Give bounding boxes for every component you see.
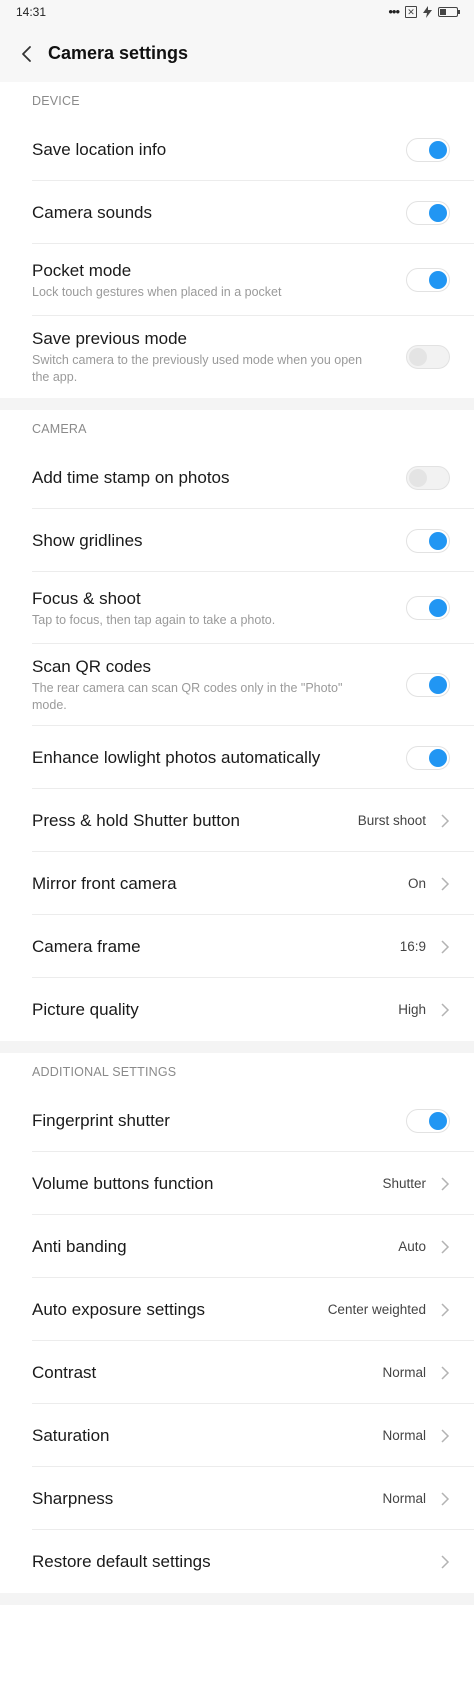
section-label-camera: CAMERA (32, 422, 87, 436)
row-press-hold-shutter[interactable]: Press & hold Shutter button Burst shoot (0, 789, 474, 852)
section-divider (0, 1041, 474, 1053)
row-value: Shutter (382, 1176, 426, 1191)
chevron-right-icon (441, 1302, 450, 1317)
row-add-time-stamp[interactable]: Add time stamp on photos (0, 446, 474, 509)
row-title: Auto exposure settings (32, 1299, 205, 1319)
save-location-toggle[interactable] (406, 137, 450, 162)
list-end-spacer (0, 1605, 474, 1635)
fingerprint-shutter-toggle[interactable] (406, 1108, 450, 1133)
row-sharpness[interactable]: Sharpness Normal (0, 1467, 474, 1530)
row-title: Enhance lowlight photos automatically (32, 747, 321, 767)
row-camera-sounds[interactable]: Camera sounds (0, 181, 474, 244)
chevron-right-icon (441, 813, 450, 828)
row-value: 16:9 (399, 939, 426, 954)
chevron-right-icon (441, 1002, 450, 1017)
chevron-right-icon (441, 1428, 450, 1443)
settings-list: DEVICE Save location info Camera sounds … (0, 82, 474, 1635)
chevron-right-icon (441, 876, 450, 891)
chevron-right-icon (441, 1491, 450, 1506)
row-restore-default-settings[interactable]: Restore default settings (0, 1530, 474, 1593)
row-pocket-mode[interactable]: Pocket mode Lock touch gestures when pla… (0, 244, 474, 316)
battery-icon (438, 7, 460, 17)
row-fingerprint-shutter[interactable]: Fingerprint shutter (0, 1089, 474, 1152)
time-stamp-toggle[interactable] (406, 465, 450, 490)
row-title: Pocket mode (32, 260, 132, 280)
section-label-additional: ADDITIONAL SETTINGS (32, 1065, 177, 1079)
app-header: Camera settings (0, 26, 474, 82)
row-title: Sharpness (32, 1488, 114, 1508)
row-value: Normal (382, 1491, 426, 1506)
status-bar: 14:31 ••• ✕ (0, 0, 474, 26)
section-label-device: DEVICE (32, 94, 80, 108)
row-title: Camera sounds (32, 202, 153, 222)
row-value: On (407, 876, 426, 891)
scan-qr-toggle[interactable] (406, 673, 450, 697)
row-save-previous-mode[interactable]: Save previous mode Switch camera to the … (0, 316, 474, 398)
pocket-mode-toggle[interactable] (406, 268, 450, 292)
row-title: Focus & shoot (32, 588, 141, 608)
row-value: Normal (382, 1365, 426, 1380)
row-title: Volume buttons function (32, 1173, 214, 1193)
row-title: Scan QR codes (32, 657, 152, 676)
back-chevron-left-icon[interactable] (16, 43, 38, 65)
save-previous-mode-toggle[interactable] (406, 345, 450, 369)
row-camera-frame[interactable]: Camera frame 16:9 (0, 915, 474, 978)
row-value: Burst shoot (357, 813, 426, 828)
row-title: Show gridlines (32, 530, 143, 550)
chevron-right-icon (441, 1554, 450, 1569)
page-title: Camera settings (48, 43, 189, 63)
row-title: Contrast (32, 1362, 97, 1382)
row-focus-shoot[interactable]: Focus & shoot Tap to focus, then tap aga… (0, 572, 474, 644)
charging-bolt-icon (423, 6, 432, 18)
row-scan-qr-codes[interactable]: Scan QR codes The rear camera can scan Q… (0, 644, 474, 726)
row-title: Anti banding (32, 1236, 127, 1256)
section-divider (0, 1593, 474, 1605)
focus-shoot-toggle[interactable] (406, 596, 450, 620)
lowlight-toggle[interactable] (406, 745, 450, 770)
row-title: Fingerprint shutter (32, 1110, 170, 1130)
row-value: Center weighted (327, 1302, 426, 1317)
chevron-right-icon (441, 1365, 450, 1380)
row-anti-banding[interactable]: Anti banding Auto (0, 1215, 474, 1278)
row-title: Camera frame (32, 936, 141, 956)
row-subtitle: The rear camera can scan QR codes only i… (32, 681, 343, 712)
row-title: Add time stamp on photos (32, 467, 230, 487)
section-divider (0, 398, 474, 410)
row-subtitle: Lock touch gestures when placed in a poc… (32, 284, 282, 299)
status-time: 14:31 (16, 5, 47, 19)
row-value: High (398, 1002, 426, 1017)
gridlines-toggle[interactable] (406, 528, 450, 553)
row-volume-buttons-function[interactable]: Volume buttons function Shutter (0, 1152, 474, 1215)
status-icons: ••• ✕ (388, 4, 460, 19)
chevron-right-icon (441, 939, 450, 954)
row-title: Press & hold Shutter button (32, 810, 240, 830)
camera-sounds-toggle[interactable] (406, 200, 450, 225)
row-subtitle: Tap to focus, then tap again to take a p… (32, 612, 276, 627)
chevron-right-icon (441, 1176, 450, 1191)
row-title: Restore default settings (32, 1551, 211, 1571)
row-mirror-front-camera[interactable]: Mirror front camera On (0, 852, 474, 915)
row-save-location-info[interactable]: Save location info (0, 118, 474, 181)
row-saturation[interactable]: Saturation Normal (0, 1404, 474, 1467)
row-enhance-lowlight[interactable]: Enhance lowlight photos automatically (0, 726, 474, 789)
row-contrast[interactable]: Contrast Normal (0, 1341, 474, 1404)
more-dots-icon: ••• (388, 4, 400, 19)
row-auto-exposure-settings[interactable]: Auto exposure settings Center weighted (0, 1278, 474, 1341)
row-title: Save previous mode (32, 329, 187, 348)
row-show-gridlines[interactable]: Show gridlines (0, 509, 474, 572)
row-value: Normal (382, 1428, 426, 1443)
row-subtitle: Switch camera to the previously used mod… (32, 353, 363, 384)
row-title: Mirror front camera (32, 873, 177, 893)
chevron-right-icon (441, 1239, 450, 1254)
row-title: Save location info (32, 139, 167, 159)
row-title: Picture quality (32, 999, 139, 1019)
row-picture-quality[interactable]: Picture quality High (0, 978, 474, 1041)
row-title: Saturation (32, 1425, 110, 1445)
no-sim-icon: ✕ (405, 6, 417, 18)
row-value: Auto (398, 1239, 426, 1254)
